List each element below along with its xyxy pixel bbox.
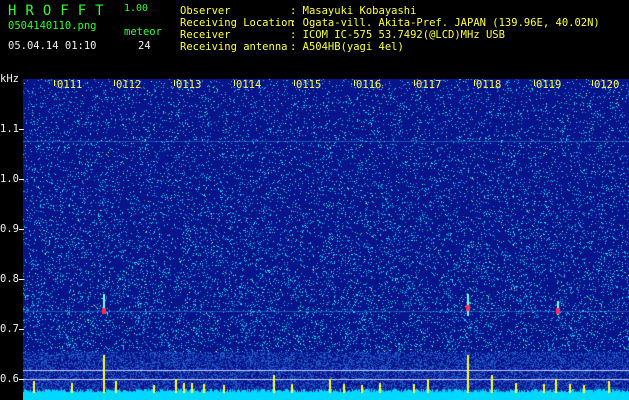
info-label-location: Receiving Location	[180, 17, 294, 29]
time-tick-mark	[174, 80, 175, 86]
time-tick-mark	[234, 80, 235, 86]
y-tick-mark	[19, 129, 24, 130]
time-tick-label: 0118	[476, 79, 502, 91]
info-value-receiver: : ICOM IC-575 53.7492(@LCD)MHz USB	[290, 29, 505, 41]
y-tick-mark	[19, 279, 24, 280]
time-tick-label: 0116	[356, 79, 382, 91]
time-tick-mark	[592, 80, 593, 86]
time-tick-label: 0119	[536, 79, 562, 91]
y-tick-mark	[19, 329, 24, 330]
info-label-receiver: Receiver	[180, 29, 231, 41]
y-axis-unit: kHz	[0, 73, 19, 85]
time-tick-mark	[534, 80, 535, 86]
time-tick-label: 0111	[57, 79, 83, 91]
y-tick-mark	[19, 379, 24, 380]
y-tick-label: 0.7	[0, 323, 19, 335]
info-value-antenna: : A504HB(yagi 4el)	[290, 41, 404, 53]
time-tick-label: 0120	[594, 79, 620, 91]
time-tick-label: 0113	[176, 79, 202, 91]
app-name: HROFFT	[8, 3, 113, 19]
time-tick-mark	[414, 80, 415, 86]
y-tick-mark	[19, 179, 24, 180]
y-tick-label: 1.0	[0, 173, 19, 185]
info-value-location: : Ogata-vill. Akita-Pref. JAPAN (139.96E…	[290, 17, 600, 29]
file-name: 0504140110.png	[8, 20, 97, 32]
y-tick-label: 0.8	[0, 273, 19, 285]
spectrogram-waterfall[interactable]	[23, 79, 629, 400]
time-tick-mark	[114, 80, 115, 86]
time-tick-mark	[474, 80, 475, 86]
info-value-observer: : Masayuki Kobayashi	[290, 5, 417, 17]
y-tick-mark	[19, 229, 24, 230]
app-version: 1.00	[124, 3, 149, 14]
time-tick-mark	[354, 80, 355, 86]
time-tick-mark	[54, 80, 55, 86]
y-tick-label: 0.6	[0, 373, 19, 385]
y-tick-label: 1.1	[0, 123, 19, 135]
info-label-observer: Observer	[180, 5, 231, 17]
meteor-count: 24	[138, 40, 151, 52]
header-panel: HROFFT 1.00 0504140110.png meteor 05.04.…	[0, 0, 629, 79]
time-tick-label: 0112	[116, 79, 142, 91]
date-time: 05.04.14 01:10	[8, 40, 97, 52]
info-label-antenna: Receiving antenna	[180, 41, 288, 53]
time-tick-label: 0115	[296, 79, 322, 91]
time-tick-label: 0114	[236, 79, 262, 91]
meteor-label: meteor	[124, 26, 162, 38]
y-tick-label: 0.9	[0, 223, 19, 235]
time-tick-label: 0117	[416, 79, 442, 91]
time-tick-mark	[294, 80, 295, 86]
